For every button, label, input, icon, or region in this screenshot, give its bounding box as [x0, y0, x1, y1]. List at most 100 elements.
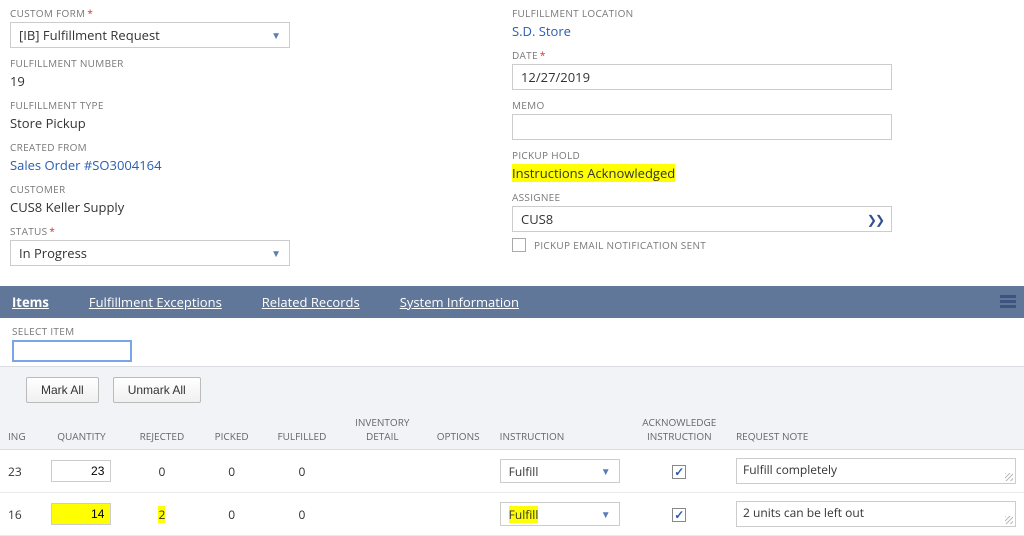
- select-status[interactable]: In Progress ▼: [10, 240, 290, 266]
- select-assignee-value: CUS8: [521, 210, 553, 228]
- col-ack: ACKNOWLEDGE INSTRUCTION: [631, 411, 728, 450]
- table-header-row: ING QUANTITY REJECTED PICKED FULFILLED I…: [0, 411, 1024, 450]
- value-pickup-hold: Instructions Acknowledged: [512, 164, 974, 182]
- field-assignee: ASSIGNEE CUS8 ❯❯ PICKUP EMAIL NOTIFICATI…: [512, 190, 974, 252]
- label-fulfillment-type: FULFILLMENT TYPE: [10, 98, 472, 112]
- col-instruction: INSTRUCTION: [492, 411, 631, 450]
- cell-options: [425, 493, 492, 536]
- field-date: DATE* 12/27/2019: [512, 48, 974, 90]
- field-created-from: CREATED FROM Sales Order #SO3004164: [10, 140, 472, 174]
- page-container: CUSTOM FORM* [IB] Fulfillment Request ▼ …: [0, 0, 1024, 536]
- chevron-down-icon: ▼: [601, 464, 611, 478]
- cell-instruction: Fulfill ▼: [492, 450, 631, 493]
- field-pickup-hold: PICKUP HOLD Instructions Acknowledged: [512, 148, 974, 182]
- tab-bar: Items Fulfillment Exceptions Related Rec…: [0, 286, 1024, 318]
- input-select-item[interactable]: [12, 340, 132, 362]
- col-rejected: REJECTED: [125, 411, 200, 450]
- cell-picked: 0: [199, 493, 264, 536]
- right-column: FULFILLMENT LOCATION S.D. Store DATE* 12…: [512, 6, 1014, 274]
- label-fulfillment-location: FULFILLMENT LOCATION: [512, 6, 974, 20]
- left-column: CUSTOM FORM* [IB] Fulfillment Request ▼ …: [10, 6, 512, 274]
- checkbox-ack[interactable]: ✓: [672, 465, 686, 479]
- table-row[interactable]: 23 0 0 0 Fulfill ▼ ✓ Fulfill completely: [0, 450, 1024, 493]
- label-status: STATUS*: [10, 224, 472, 238]
- chevron-down-icon: ▼: [271, 28, 281, 42]
- unmark-all-button[interactable]: Unmark All: [113, 377, 201, 403]
- input-date[interactable]: 12/27/2019: [512, 64, 892, 90]
- input-date-value: 12/27/2019: [521, 68, 590, 86]
- checkbox-pickup-email[interactable]: [512, 238, 526, 252]
- label-created-from: CREATED FROM: [10, 140, 472, 154]
- link-created-from[interactable]: Sales Order #SO3004164: [10, 156, 472, 174]
- cell-inventory-detail: [340, 493, 425, 536]
- select-instruction-value: Fulfill: [509, 463, 539, 480]
- label-fulfillment-number: FULFILLMENT NUMBER: [10, 56, 472, 70]
- cell-request-note: Fulfill completely: [728, 450, 1024, 493]
- select-custom-form[interactable]: [IB] Fulfillment Request ▼: [10, 22, 290, 48]
- select-instruction-value: Fulfill: [509, 506, 539, 523]
- col-ing: ING: [0, 411, 38, 450]
- input-quantity[interactable]: [51, 503, 111, 525]
- value-fulfillment-type: Store Pickup: [10, 114, 472, 132]
- cell-quantity: [38, 450, 124, 493]
- field-status: STATUS* In Progress ▼: [10, 224, 472, 266]
- checkbox-ack[interactable]: ✓: [672, 508, 686, 522]
- link-fulfillment-location[interactable]: S.D. Store: [512, 22, 974, 40]
- form-area: CUSTOM FORM* [IB] Fulfillment Request ▼ …: [0, 0, 1024, 286]
- field-customer: CUSTOMER CUS8 Keller Supply: [10, 182, 472, 216]
- input-memo[interactable]: [512, 114, 892, 140]
- cell-ack: ✓: [631, 450, 728, 493]
- field-memo: MEMO: [512, 98, 974, 140]
- items-table: ING QUANTITY REJECTED PICKED FULFILLED I…: [0, 411, 1024, 536]
- label-custom-form: CUSTOM FORM*: [10, 6, 472, 20]
- cell-fulfilled: 0: [264, 493, 340, 536]
- cell-fulfilled: 0: [264, 450, 340, 493]
- cell-rejected: 2: [125, 493, 200, 536]
- cell-inventory-detail: [340, 450, 425, 493]
- label-memo: MEMO: [512, 98, 974, 112]
- col-inventory-detail: INVENTORY DETAIL: [340, 411, 425, 450]
- col-picked: PICKED: [199, 411, 264, 450]
- cell-quantity: [38, 493, 124, 536]
- subtab-area: SELECT ITEM: [0, 318, 1024, 366]
- list-area: Mark All Unmark All ING QUANTITY REJECTE…: [0, 366, 1024, 536]
- cell-picked: 0: [199, 450, 264, 493]
- label-customer: CUSTOMER: [10, 182, 472, 196]
- tab-exceptions[interactable]: Fulfillment Exceptions: [89, 293, 222, 311]
- col-options: OPTIONS: [425, 411, 492, 450]
- select-custom-form-value: [IB] Fulfillment Request: [19, 26, 160, 44]
- select-instruction[interactable]: Fulfill ▼: [500, 459, 620, 483]
- mark-all-button[interactable]: Mark All: [26, 377, 99, 403]
- value-fulfillment-number: 19: [10, 72, 472, 90]
- cell-instruction: Fulfill ▼: [492, 493, 631, 536]
- cell-options: [425, 450, 492, 493]
- chevron-down-icon: ▼: [601, 507, 611, 521]
- cell-ing: 16: [0, 493, 38, 536]
- tab-system[interactable]: System Information: [400, 293, 519, 311]
- label-pickup-email: PICKUP EMAIL NOTIFICATION SENT: [534, 238, 706, 252]
- label-select-item: SELECT ITEM: [12, 324, 1012, 338]
- label-assignee: ASSIGNEE: [512, 190, 974, 204]
- textarea-request-note[interactable]: 2 units can be left out: [736, 501, 1016, 527]
- label-pickup-hold: PICKUP HOLD: [512, 148, 974, 162]
- field-fulfillment-location: FULFILLMENT LOCATION S.D. Store: [512, 6, 974, 40]
- panel-toggle-icon[interactable]: [1000, 295, 1016, 309]
- table-row[interactable]: 16 2 0 0 Fulfill ▼ ✓ 2 units can be left…: [0, 493, 1024, 536]
- chevron-down-icon: ▼: [271, 246, 281, 260]
- cell-request-note: 2 units can be left out: [728, 493, 1024, 536]
- tab-related[interactable]: Related Records: [262, 293, 360, 311]
- tab-items[interactable]: Items: [12, 293, 49, 311]
- button-row: Mark All Unmark All: [0, 373, 1024, 411]
- row-pickup-email: PICKUP EMAIL NOTIFICATION SENT: [512, 238, 974, 252]
- textarea-request-note[interactable]: Fulfill completely: [736, 458, 1016, 484]
- field-fulfillment-type: FULFILLMENT TYPE Store Pickup: [10, 98, 472, 132]
- cell-ing: 23: [0, 450, 38, 493]
- select-assignee[interactable]: CUS8 ❯❯: [512, 206, 892, 232]
- select-instruction[interactable]: Fulfill ▼: [500, 502, 620, 526]
- value-customer: CUS8 Keller Supply: [10, 198, 472, 216]
- label-date: DATE*: [512, 48, 974, 62]
- col-quantity: QUANTITY: [38, 411, 124, 450]
- input-quantity[interactable]: [51, 460, 111, 482]
- double-chevron-icon: ❯❯: [867, 211, 883, 228]
- cell-rejected: 0: [125, 450, 200, 493]
